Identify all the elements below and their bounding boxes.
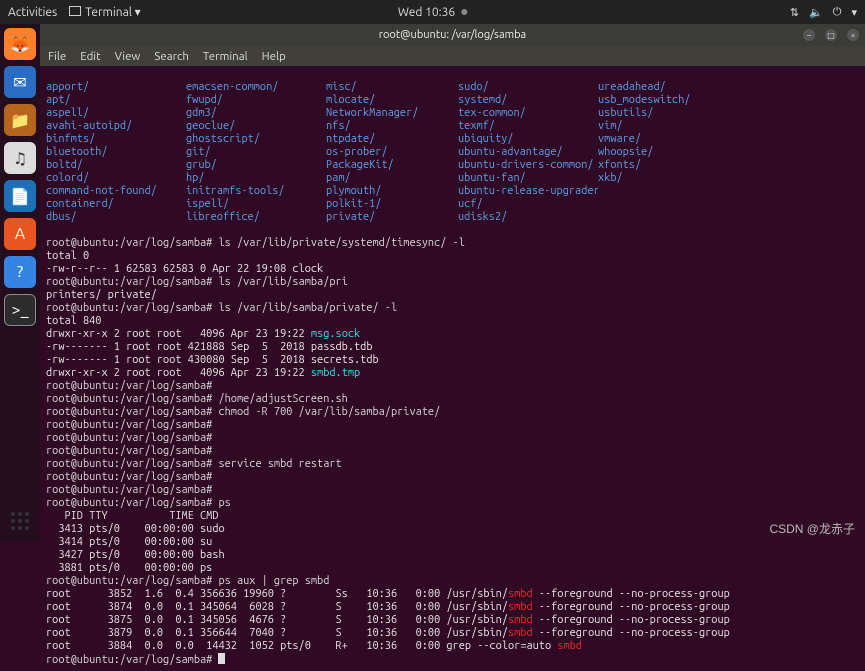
terminal-line: root 3874 0.0 0.1 345064 6028 ? S 10:36 … <box>46 601 730 613</box>
terminal-line: root@ubuntu:/var/log/samba# <box>46 432 212 444</box>
watermark: CSDN @龙赤子 <box>769 520 855 537</box>
top-panel: Activities Terminal ▾ Wed 10:36 ⇅ 🔈 ⏻ ▾ <box>0 0 865 24</box>
activities-button[interactable]: Activities <box>8 6 57 19</box>
maximize-button[interactable]: □ <box>825 29 837 41</box>
dock-files[interactable]: 📁 <box>4 104 36 136</box>
dock-rhythmbox[interactable]: ♫ <box>4 142 36 174</box>
dock-thunderbird[interactable]: ✉ <box>4 66 36 98</box>
menu-search[interactable]: Search <box>154 50 189 63</box>
terminal-line: 3414 pts/0 00:00:00 su <box>46 536 212 548</box>
terminal-prompt[interactable]: root@ubuntu:/var/log/samba# <box>46 654 225 666</box>
terminal-line: 3427 pts/0 00:00:00 bash <box>46 549 225 561</box>
titlebar[interactable]: root@ubuntu: /var/log/samba – □ × <box>40 24 865 46</box>
power-icon[interactable]: ⏻ <box>833 6 842 19</box>
terminal-line: root@ubuntu:/var/log/samba# <box>46 445 212 457</box>
terminal-line: root@ubuntu:/var/log/samba# ls /var/lib/… <box>46 276 348 288</box>
terminal-line: root@ubuntu:/var/log/samba# <box>46 471 212 483</box>
close-button[interactable]: × <box>847 29 859 41</box>
terminal-line: total 0 <box>46 250 89 262</box>
terminal-line: root 3875 0.0 0.1 345056 4676 ? S 10:36 … <box>46 614 730 626</box>
terminal-output[interactable]: apport/emacsen-common/misc/sudo/ureadahe… <box>40 66 865 671</box>
terminal-line: -rw------- 1 root root 421888 Sep 5 2018… <box>46 341 372 353</box>
terminal-line: root@ubuntu:/var/log/samba# <box>46 419 212 431</box>
menubar: File Edit View Search Terminal Help <box>40 46 865 66</box>
show-applications-button[interactable] <box>6 507 34 535</box>
terminal-line: root@ubuntu:/var/log/samba# ls /var/lib/… <box>46 302 397 314</box>
terminal-line: -rw------- 1 root root 430080 Sep 5 2018… <box>46 354 379 366</box>
clock[interactable]: Wed 10:36 <box>398 6 467 19</box>
dock-help[interactable]: ? <box>4 256 36 288</box>
terminal-line: root@ubuntu:/var/log/samba# service smbd… <box>46 458 342 470</box>
terminal-line: -rw-r--r-- 1 62583 62583 0 Apr 22 19:08 … <box>46 263 323 275</box>
terminal-line: 3413 pts/0 00:00:00 sudo <box>46 523 225 535</box>
terminal-line: root@ubuntu:/var/log/samba# ls /var/lib/… <box>46 237 465 249</box>
dock-software[interactable]: A <box>4 218 36 250</box>
sound-icon[interactable]: 🔈 <box>809 6 823 19</box>
terminal-window: root@ubuntu: /var/log/samba – □ × File E… <box>40 24 865 541</box>
menu-help[interactable]: Help <box>262 50 286 63</box>
terminal-line: root@ubuntu:/var/log/samba# <box>46 484 212 496</box>
terminal-line: total 840 <box>46 315 101 327</box>
terminal-line: PID TTY TIME CMD <box>46 510 218 522</box>
dock-writer[interactable]: 📄 <box>4 180 36 212</box>
dock-terminal[interactable]: >_ <box>4 294 36 326</box>
chevron-down-icon[interactable]: ▾ <box>851 6 857 19</box>
dir-listing: apport/emacsen-common/misc/sudo/ureadahe… <box>46 81 859 224</box>
cursor <box>218 653 225 664</box>
terminal-line: printers/ private/ <box>46 289 157 301</box>
menu-file[interactable]: File <box>48 50 66 63</box>
terminal-line: root@ubuntu:/var/log/samba# <box>46 380 212 392</box>
menu-view[interactable]: View <box>115 50 141 63</box>
terminal-line: drwxr-xr-x 2 root root 4096 Apr 23 19:22… <box>46 367 360 379</box>
window-title: root@ubuntu: /var/log/samba <box>379 29 526 41</box>
menu-terminal[interactable]: Terminal <box>203 50 248 63</box>
terminal-line: root 3884 0.0 0.0 14432 1052 pts/0 R+ 10… <box>46 640 582 652</box>
network-icon[interactable]: ⇅ <box>790 6 799 19</box>
system-tray[interactable]: ⇅ 🔈 ⏻ ▾ <box>790 6 857 19</box>
dock-firefox[interactable]: 🦊 <box>4 28 36 60</box>
app-menu[interactable]: Terminal ▾ <box>69 5 140 19</box>
terminal-line: root@ubuntu:/var/log/samba# /home/adjust… <box>46 393 348 405</box>
terminal-line: root 3879 0.0 0.1 356644 7040 ? S 10:36 … <box>46 627 730 639</box>
minimize-button[interactable]: – <box>803 29 815 41</box>
dock: 🦊 ✉ 📁 ♫ 📄 A ? >_ <box>0 24 40 541</box>
terminal-icon <box>69 6 81 16</box>
terminal-line: root 3852 1.6 0.4 356636 19960 ? Ss 10:3… <box>46 588 730 600</box>
terminal-line: root@ubuntu:/var/log/samba# chmod -R 700… <box>46 406 440 418</box>
terminal-line: root@ubuntu:/var/log/samba# ps <box>46 497 231 509</box>
menu-edit[interactable]: Edit <box>80 50 100 63</box>
terminal-line: 3881 pts/0 00:00:00 ps <box>46 562 212 574</box>
terminal-line: root@ubuntu:/var/log/samba# ps aux | gre… <box>46 575 329 587</box>
terminal-line: drwxr-xr-x 2 root root 4096 Apr 23 19:22… <box>46 328 360 340</box>
